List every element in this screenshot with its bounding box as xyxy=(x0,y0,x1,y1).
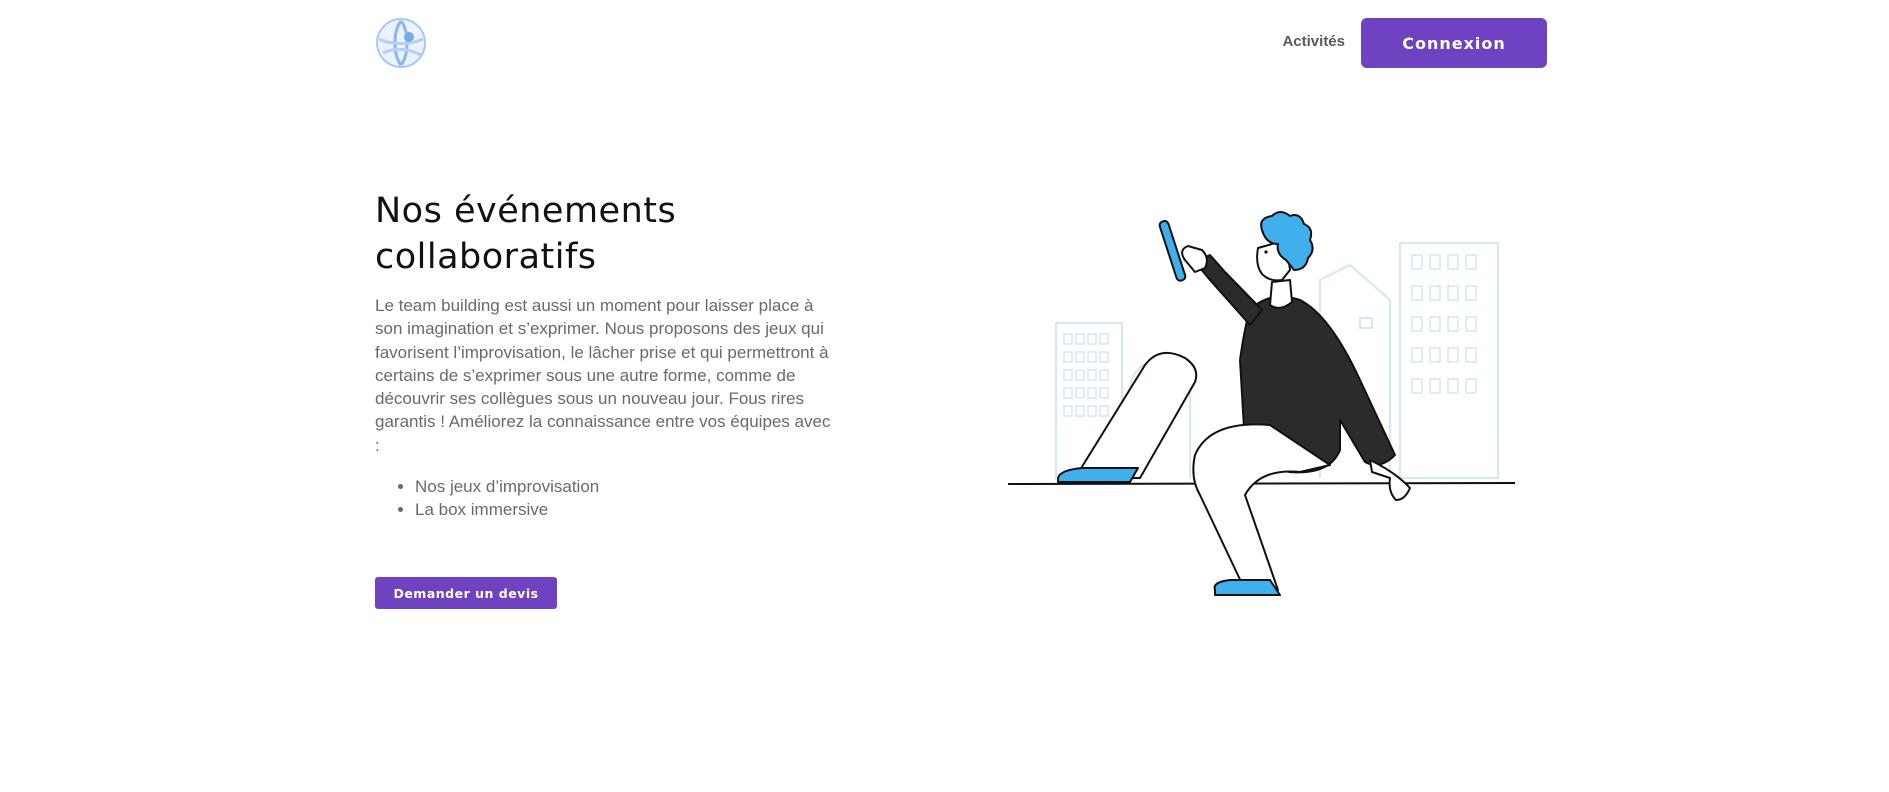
list-item: Nos jeux d’improvisation xyxy=(415,475,835,498)
login-button[interactable]: Connexion xyxy=(1361,18,1547,68)
list-item: La box immersive xyxy=(415,498,835,521)
globe-logo-icon[interactable] xyxy=(375,17,427,69)
site-header: Activités Connexion xyxy=(375,17,1547,69)
hero-title-line2: collaboratifs xyxy=(375,237,597,277)
page: Activités Connexion Nos événements colla… xyxy=(0,0,1889,792)
hero-title-line1: Nos événements xyxy=(375,191,677,231)
hero-description: Le team building est aussi un moment pou… xyxy=(375,296,831,455)
hero-text: Nos événements collaboratifs Le team bui… xyxy=(375,188,835,522)
request-quote-button[interactable]: Demander un devis xyxy=(375,577,557,609)
nav-link-activites[interactable]: Activités xyxy=(1282,33,1345,50)
hero-title: Nos événements collaboratifs xyxy=(375,188,835,280)
hero-list: Nos jeux d’improvisation La box immersiv… xyxy=(375,475,835,522)
person-with-phone-illustration xyxy=(1007,211,1516,596)
